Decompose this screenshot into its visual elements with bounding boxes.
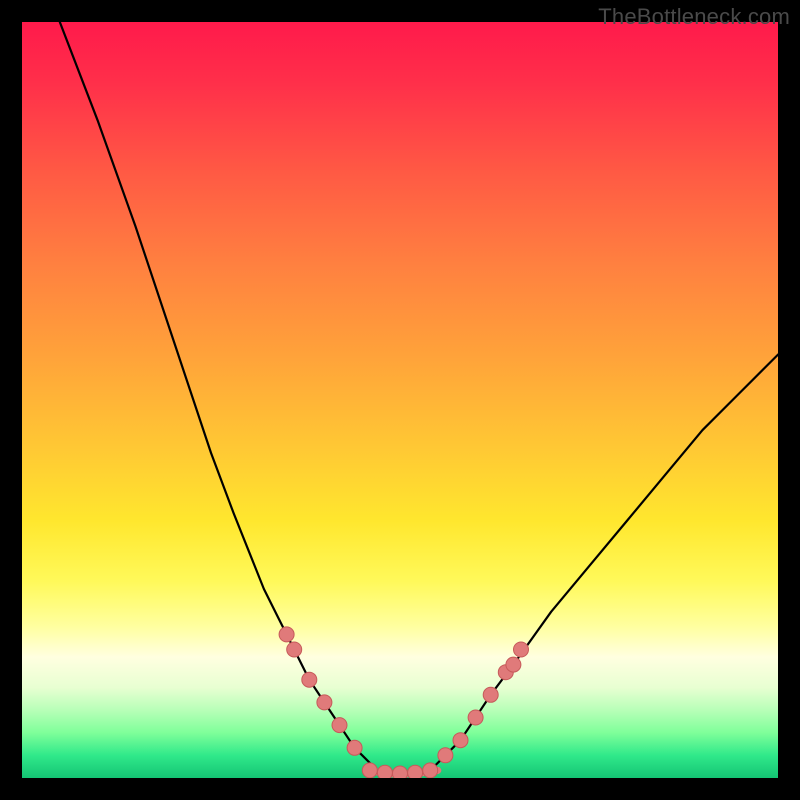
marker-group (279, 627, 528, 778)
series-right-curve (430, 355, 778, 771)
data-marker (279, 627, 294, 642)
data-marker (453, 733, 468, 748)
data-marker (347, 740, 362, 755)
data-marker (423, 763, 438, 778)
data-marker (302, 672, 317, 687)
chart-frame: TheBottleneck.com (0, 0, 800, 800)
data-marker (408, 765, 423, 778)
data-marker (317, 695, 332, 710)
data-marker (468, 710, 483, 725)
data-marker (362, 763, 377, 778)
series-group (60, 22, 778, 774)
chart-svg (22, 22, 778, 778)
data-marker (332, 718, 347, 733)
data-marker (514, 642, 529, 657)
series-left-curve (60, 22, 378, 770)
watermark-text: TheBottleneck.com (598, 4, 790, 30)
data-marker (483, 687, 498, 702)
data-marker (287, 642, 302, 657)
data-marker (506, 657, 521, 672)
data-marker (393, 766, 408, 778)
data-marker (438, 748, 453, 763)
data-marker (377, 765, 392, 778)
plot-area (22, 22, 778, 778)
